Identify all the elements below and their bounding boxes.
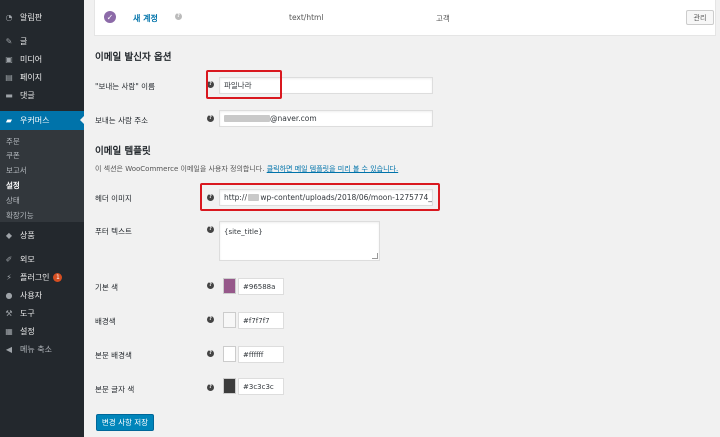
collapse-icon: ◀ — [5, 344, 13, 354]
submenu-settings[interactable]: 설정 — [6, 180, 20, 191]
settings-icon: ▦ — [5, 326, 13, 336]
base-color-swatch[interactable] — [223, 278, 236, 294]
body-text-color-swatch[interactable] — [223, 378, 236, 394]
highlight-header-image — [200, 183, 440, 211]
help-icon: ? — [175, 13, 182, 20]
redacted-text — [224, 115, 270, 122]
menu-dashboard[interactable]: ◔ 알림판 — [0, 8, 84, 26]
submenu-status[interactable]: 상태 — [6, 195, 20, 206]
body-background-color-swatch[interactable] — [223, 346, 236, 362]
email-name-link[interactable]: 새 계정 — [133, 13, 158, 24]
help-icon: ? — [207, 350, 214, 357]
background-color-swatch[interactable] — [223, 312, 236, 328]
menu-products[interactable]: ◆ 상품 — [0, 226, 84, 244]
tools-icon: ⚒ — [5, 308, 13, 318]
comments-icon: ▬ — [5, 90, 13, 100]
body-background-color-input[interactable]: #ffffff — [238, 346, 284, 363]
woocommerce-icon: ▰ — [5, 116, 13, 125]
page-icon: ▤ — [5, 72, 13, 82]
users-icon: ● — [5, 290, 13, 300]
email-notification-row: ✓ 새 계정 ? text/html 고객 관리 — [94, 0, 716, 36]
submenu-extensions[interactable]: 확장기능 — [6, 210, 34, 221]
menu-appearance[interactable]: ✐ 외모 — [0, 250, 84, 268]
menu-users[interactable]: ● 사용자 — [0, 286, 84, 304]
footer-text-label: 푸터 텍스트 — [95, 227, 132, 236]
menu-media[interactable]: ▣ 미디어 — [0, 50, 84, 68]
header-image-label: 헤더 이미지 — [95, 194, 132, 203]
from-address-label: 보내는 사람 주소 — [95, 116, 149, 125]
submenu-orders[interactable]: 주문 — [6, 136, 20, 147]
body-text-color-input[interactable]: #3c3c3c — [238, 378, 284, 395]
menu-plugins[interactable]: ⚡ 플러그인 1 — [0, 268, 84, 286]
save-changes-button[interactable]: 변경 사항 저장 — [96, 414, 154, 431]
body-background-color-label: 본문 배경색 — [95, 351, 132, 360]
sender-options-title: 이메일 발신자 옵션 — [95, 52, 172, 63]
from-address-field[interactable]: @naver.com — [219, 110, 433, 127]
appearance-icon: ✐ — [5, 254, 13, 264]
base-color-label: 기본 색 — [95, 283, 119, 292]
base-color-input[interactable]: #96588a — [238, 278, 284, 295]
resize-handle[interactable] — [372, 253, 378, 259]
help-icon: ? — [207, 226, 214, 233]
media-icon: ▣ — [5, 54, 13, 64]
footer-text-area[interactable]: {site_title} — [219, 221, 380, 261]
background-color-label: 배경색 — [95, 317, 116, 326]
menu-woocommerce[interactable]: ▰ 우커머스 — [0, 111, 84, 130]
manage-button[interactable]: 관리 — [686, 10, 714, 25]
template-section-title: 이메일 템플릿 — [95, 146, 151, 157]
menu-settings[interactable]: ▦ 설정 — [0, 322, 84, 340]
products-icon: ◆ — [5, 230, 13, 240]
template-description: 이 섹션은 WooCommerce 이메일을 사용자 정의합니다. 클릭하면 메… — [95, 165, 399, 173]
menu-collapse[interactable]: ◀ 메뉴 축소 — [0, 340, 84, 358]
help-icon: ? — [207, 316, 214, 323]
email-recipient: 고객 — [436, 14, 450, 23]
pin-icon: ✎ — [5, 36, 13, 46]
background-color-input[interactable]: #f7f7f7 — [238, 312, 284, 329]
menu-posts[interactable]: ✎ 글 — [0, 32, 84, 50]
admin-sidebar: ◔ 알림판 ✎ 글 ▣ 미디어 ▤ 페이지 ▬ 댓글 ▰ 우커머스 주문 쿠폰 … — [0, 0, 84, 437]
submenu-coupons[interactable]: 쿠폰 — [6, 150, 20, 161]
menu-pages[interactable]: ▤ 페이지 — [0, 68, 84, 86]
woocommerce-submenu: 주문 쿠폰 보고서 설정 상태 확장기능 — [0, 130, 84, 222]
from-name-label: "보내는 사람" 이름 — [95, 82, 155, 91]
body-text-color-label: 본문 글자 색 — [95, 385, 135, 394]
highlight-from-name — [206, 70, 282, 99]
plugins-icon: ⚡ — [6, 272, 12, 282]
dashboard-icon: ◔ — [5, 12, 13, 22]
settings-main: ✓ 새 계정 ? text/html 고객 관리 이메일 발신자 옵션 "보내는… — [84, 0, 720, 437]
help-icon: ? — [207, 282, 214, 289]
enabled-check-icon: ✓ — [104, 11, 116, 23]
help-icon: ? — [207, 384, 214, 391]
submenu-reports[interactable]: 보고서 — [6, 165, 27, 176]
plugin-update-badge: 1 — [53, 272, 63, 282]
help-icon: ? — [207, 115, 214, 122]
email-content-type: text/html — [289, 13, 324, 22]
menu-comments[interactable]: ▬ 댓글 — [0, 86, 84, 104]
preview-template-link[interactable]: 클릭하면 메일 템플릿을 미리 볼 수 있습니다. — [267, 165, 399, 173]
menu-tools[interactable]: ⚒ 도구 — [0, 304, 84, 322]
